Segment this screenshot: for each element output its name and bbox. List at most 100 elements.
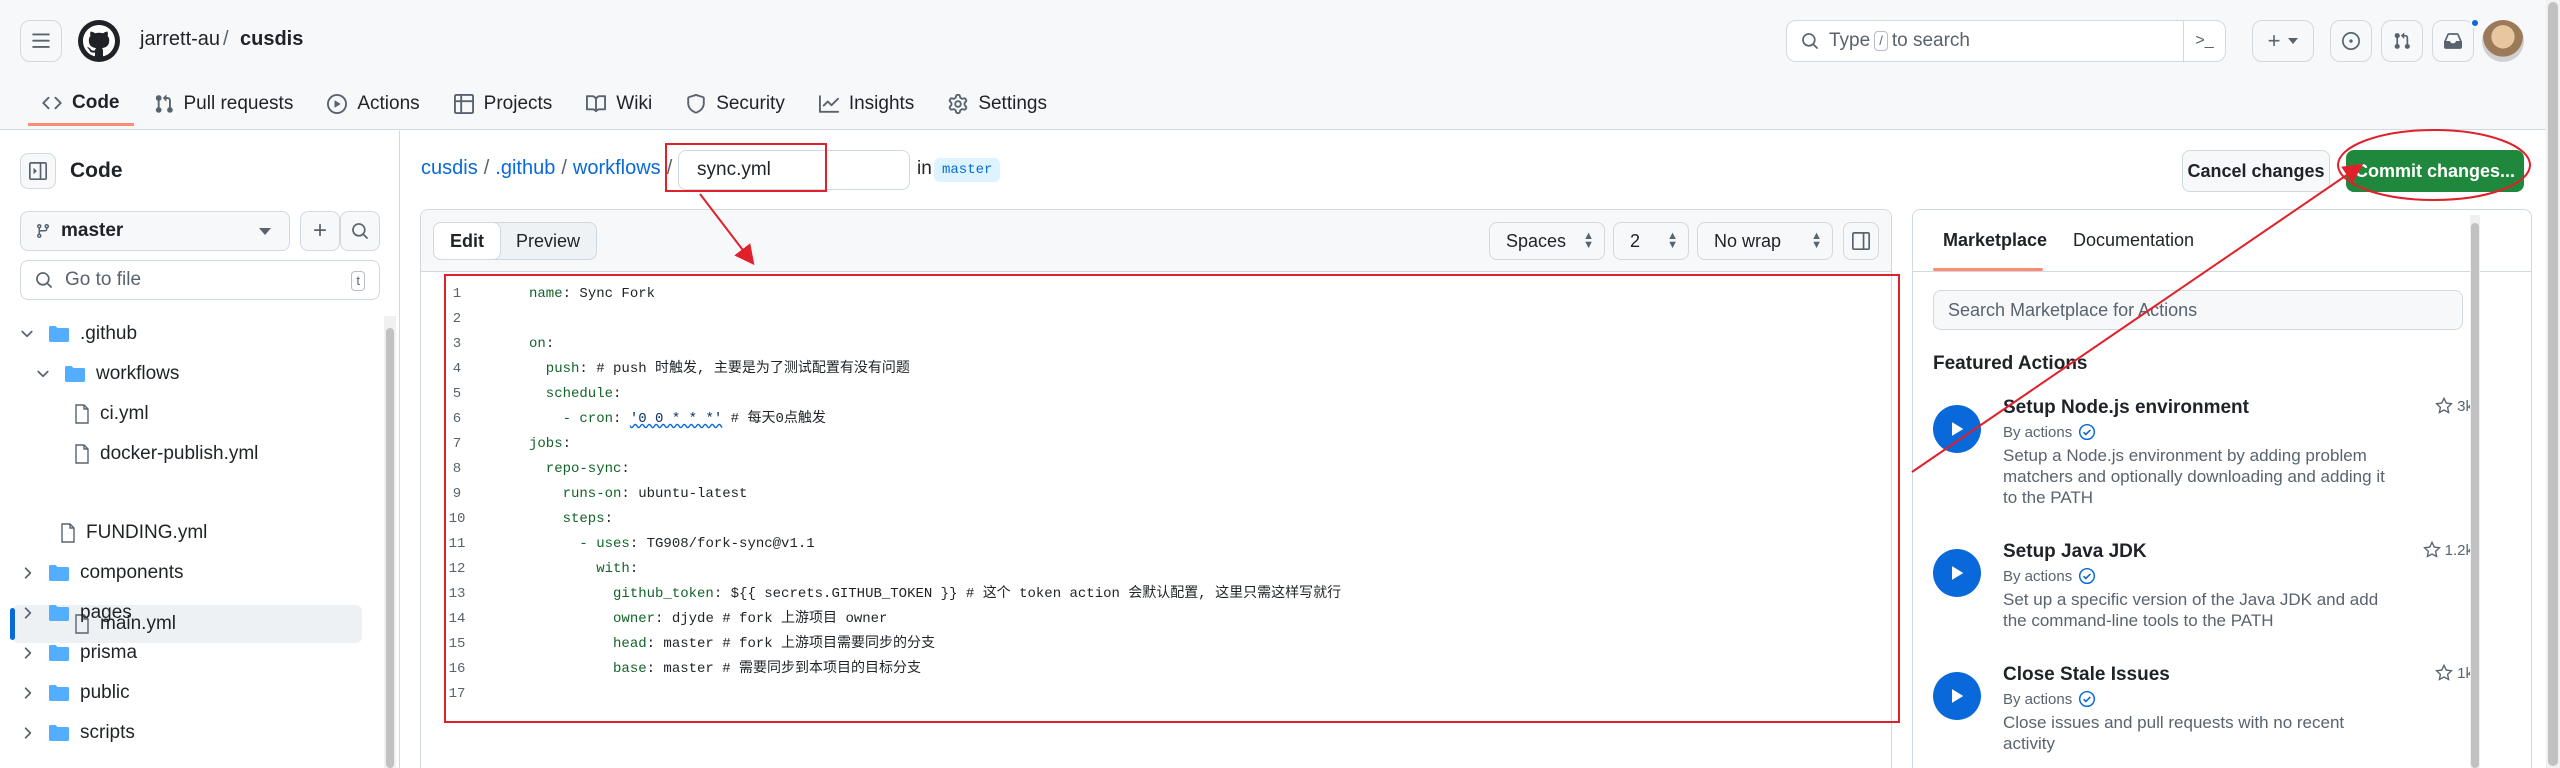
tab-projects[interactable]: Projects xyxy=(440,82,567,126)
cancel-changes-button[interactable]: Cancel changes xyxy=(2182,150,2330,192)
search-files-button[interactable] xyxy=(340,211,380,251)
filename-input[interactable]: sync.yml xyxy=(678,150,910,190)
tab-settings[interactable]: Settings xyxy=(934,82,1061,126)
action-author: By actions xyxy=(2003,423,2096,441)
tab-pull-requests[interactable]: Pull requests xyxy=(140,82,308,126)
action-card[interactable]: Setup Java JDK By actions Set up a speci… xyxy=(1933,541,2473,661)
indent-size-select[interactable]: 2 ▲ ▼ xyxy=(1613,222,1689,260)
menu-button[interactable] xyxy=(20,20,62,62)
action-description: Set up a specific version of the Java JD… xyxy=(2003,590,2379,630)
tree-file-funding[interactable]: FUNDING.yml xyxy=(12,514,362,552)
line-number: 13 xyxy=(448,586,466,602)
tab-actions[interactable]: Actions xyxy=(313,82,433,126)
github-logo-icon[interactable] xyxy=(78,20,120,62)
command-palette-button[interactable]: >_ xyxy=(2183,21,2225,61)
tree-item-label: FUNDING.yml xyxy=(86,522,208,543)
page-scrollbar[interactable] xyxy=(2546,0,2560,768)
sidebar-scrollbar[interactable] xyxy=(384,316,396,768)
marketplace-search-input[interactable]: Search Marketplace for Actions xyxy=(1933,290,2463,330)
wrap-mode-select[interactable]: No wrap ▲ ▼ xyxy=(1697,222,1833,260)
yaml-key: on xyxy=(529,336,546,352)
repo-owner-link[interactable]: jarrett-au xyxy=(140,28,220,51)
branch-selector[interactable]: master xyxy=(20,211,290,251)
scrollbar-thumb[interactable] xyxy=(2471,223,2479,768)
global-search-input[interactable]: Type / to search >_ xyxy=(1786,20,2226,62)
action-name[interactable]: Close Stale Issues xyxy=(2003,664,2170,686)
action-author: By actions xyxy=(2003,690,2096,708)
action-name[interactable]: Setup Node.js environment xyxy=(2003,397,2249,419)
star-icon xyxy=(2422,541,2441,558)
action-card[interactable]: Setup Node.js environment By actions Set… xyxy=(1933,397,2473,527)
tree-item-label: public xyxy=(80,682,130,703)
search-suffix: to search xyxy=(1891,30,1970,51)
tab-security[interactable]: Security xyxy=(672,82,799,126)
add-file-button[interactable]: + xyxy=(300,211,340,251)
tree-item-label: components xyxy=(80,562,184,583)
yaml-key: jobs xyxy=(529,436,563,452)
tree-item-label: prisma xyxy=(80,642,138,663)
create-new-button[interactable]: + xyxy=(2252,20,2314,62)
path-segment-repo[interactable]: cusdis xyxy=(421,157,478,180)
chevron-right-icon xyxy=(24,687,32,699)
tree-file-docker-publish[interactable]: docker-publish.yml xyxy=(12,435,362,473)
tab-code[interactable]: Code xyxy=(28,82,134,126)
user-avatar[interactable] xyxy=(2482,20,2524,62)
tree-folder-components[interactable]: components xyxy=(12,554,362,592)
path-segment-workflows[interactable]: workflows xyxy=(573,157,661,180)
tree-folder-github[interactable]: .github xyxy=(12,315,362,353)
code-icon xyxy=(42,96,62,109)
pull-requests-button[interactable] xyxy=(2381,20,2423,62)
tree-folder-workflows[interactable]: workflows xyxy=(12,355,362,393)
play-icon xyxy=(1933,672,1981,720)
tab-documentation[interactable]: Documentation xyxy=(2073,230,2194,251)
code-lines[interactable]: 1 name: Sync Fork 2 3 on: 4 push: # push 时… xyxy=(435,282,1875,707)
yaml-key: push xyxy=(529,361,580,377)
tab-marketplace[interactable]: Marketplace xyxy=(1943,230,2047,251)
line-number: 9 xyxy=(452,486,462,502)
commit-changes-button[interactable]: Commit changes... xyxy=(2346,150,2524,192)
action-name[interactable]: Setup Java JDK xyxy=(2003,541,2147,563)
star-icon xyxy=(2435,664,2454,681)
file-icon xyxy=(75,404,89,424)
tab-wiki[interactable]: Wiki xyxy=(572,82,666,126)
book-icon xyxy=(586,95,607,113)
repo-name-link[interactable]: cusdis xyxy=(240,28,303,51)
yaml-key: - cron xyxy=(529,411,614,427)
go-to-file-input[interactable]: Go to file t xyxy=(20,260,380,300)
tab-insights[interactable]: Insights xyxy=(805,82,928,126)
folder-icon xyxy=(49,685,69,701)
select-arrows-icon: ▲ ▼ xyxy=(1667,230,1678,251)
preview-mode-button[interactable]: Preview xyxy=(500,223,596,259)
tree-folder-scripts[interactable]: scripts xyxy=(12,714,362,752)
edit-mode-button[interactable]: Edit xyxy=(433,222,501,260)
collapse-sidebar-button[interactable] xyxy=(20,153,56,189)
inbox-button[interactable] xyxy=(2432,20,2474,62)
scrollbar-thumb[interactable] xyxy=(386,328,394,768)
tree-folder-prisma[interactable]: prisma xyxy=(12,634,362,672)
marketplace-scrollbar[interactable] xyxy=(2470,215,2480,768)
verified-icon xyxy=(2079,423,2096,441)
yaml-key: base xyxy=(529,661,647,677)
issues-button[interactable] xyxy=(2330,20,2372,62)
indent-mode-select[interactable]: Spaces ▲ ▼ xyxy=(1489,222,1605,260)
tree-item-label: .github xyxy=(80,323,138,344)
folder-icon xyxy=(49,605,69,621)
sidebar-expand-icon xyxy=(1852,232,1870,250)
triangle-down-icon xyxy=(2288,38,2299,44)
path-segment-github[interactable]: .github xyxy=(495,157,555,180)
in-label: in xyxy=(917,158,932,179)
line-number: 15 xyxy=(448,636,466,652)
star-icon xyxy=(2435,397,2454,414)
path-separator: / xyxy=(561,157,567,179)
action-card[interactable]: Close Stale Issues By actions Close issu… xyxy=(1933,664,2473,768)
scrollbar-thumb[interactable] xyxy=(2548,2,2558,766)
tree-folder-pages[interactable]: pages xyxy=(12,594,362,632)
verified-icon xyxy=(2079,567,2096,585)
yaml-value: : xyxy=(604,511,614,527)
line-number: 2 xyxy=(452,311,462,327)
table-icon xyxy=(453,94,474,114)
code-line: 14 owner: djyde # fork 上游项目 owner xyxy=(435,607,1875,632)
tree-file-ci[interactable]: ci.yml xyxy=(12,395,362,433)
tree-folder-public[interactable]: public xyxy=(12,674,362,712)
toggle-panel-button[interactable] xyxy=(1843,222,1879,260)
